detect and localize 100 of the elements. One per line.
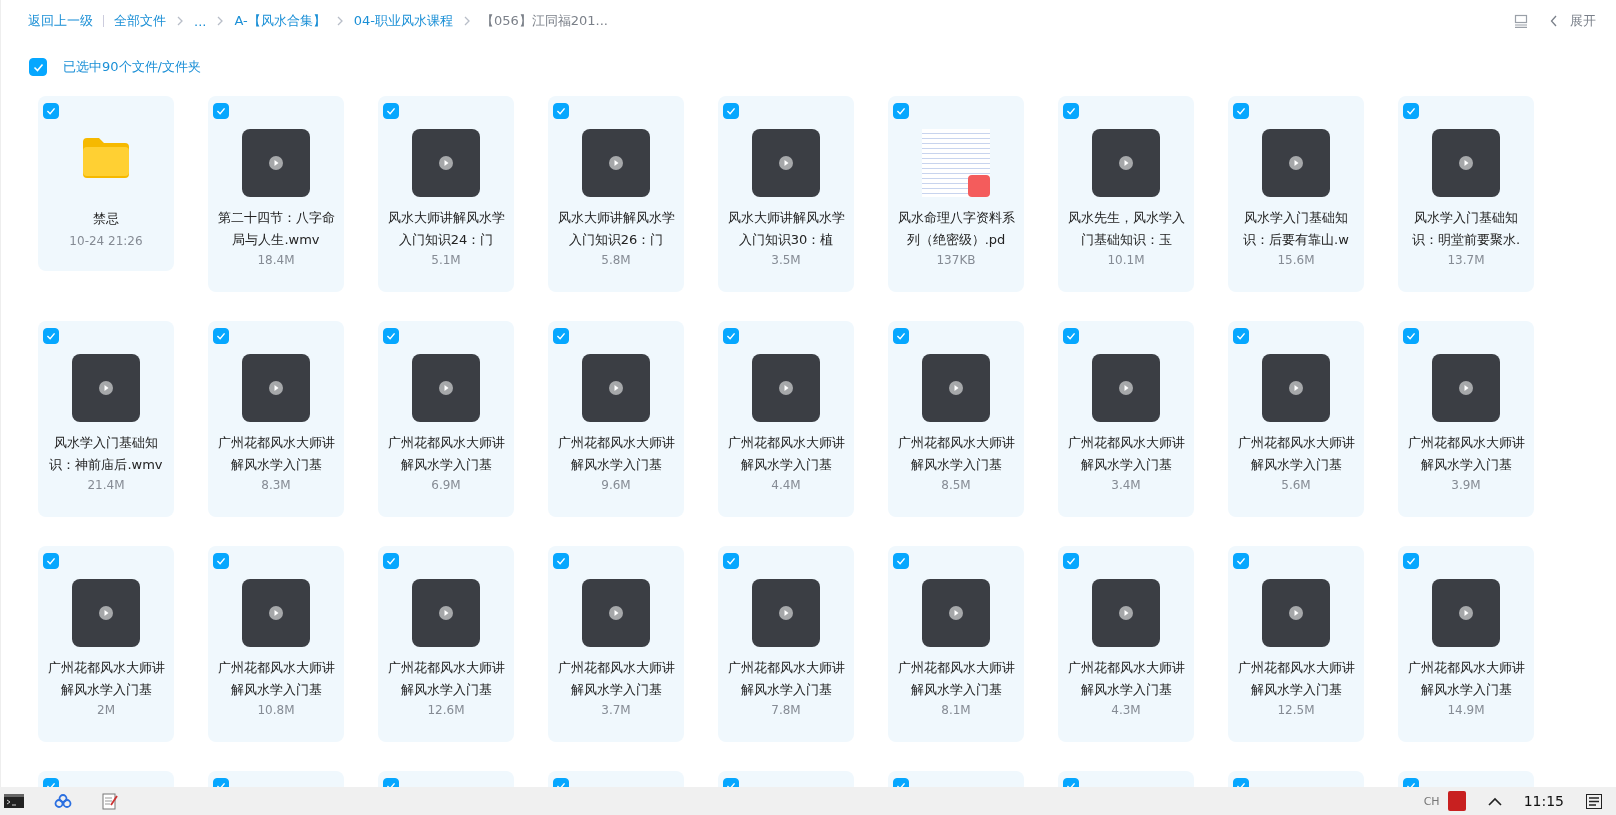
notification-icon[interactable] <box>1586 793 1602 809</box>
file-info: 3.7M <box>601 703 631 717</box>
file-checkbox[interactable] <box>1403 103 1419 119</box>
file-name: 风水学入门基础知识：后要有靠山.w <box>1242 209 1350 249</box>
file-card[interactable]: 广州花都风水大师讲解风水学入门基 12.5M <box>1228 546 1364 742</box>
video-thumbnail <box>1092 579 1160 647</box>
file-card[interactable]: 广州花都风水大师讲解风水学入门基 12.6M <box>378 546 514 742</box>
file-card[interactable]: 广州花都风水大师讲解风水学入门基 3.9M <box>1398 321 1534 517</box>
file-card[interactable]: 广州花都风水大师讲解风水学入门基 9.6M <box>548 321 684 517</box>
cloud-app-icon[interactable] <box>54 794 72 808</box>
check-icon <box>32 62 44 72</box>
input-method-indicator[interactable]: CH <box>1423 794 1440 808</box>
file-checkbox[interactable] <box>893 553 909 569</box>
breadcrumb-link[interactable]: 全部文件 <box>114 12 166 30</box>
file-name: 风水大师讲解风水学入门知识30：植 <box>727 209 845 249</box>
file-checkbox[interactable] <box>213 328 229 344</box>
back-link[interactable]: 返回上一级 <box>28 12 93 30</box>
file-checkbox[interactable] <box>213 103 229 119</box>
file-card[interactable]: 广州花都风水大师讲解风水学入门基 10.8M <box>208 546 344 742</box>
file-checkbox[interactable] <box>1403 328 1419 344</box>
check-icon <box>1066 557 1076 565</box>
file-name: 风水大师讲解风水学入门知识26：门 <box>557 209 675 249</box>
file-checkbox[interactable] <box>893 103 909 119</box>
file-info: 5.1M <box>431 253 461 267</box>
file-checkbox[interactable] <box>723 328 739 344</box>
file-checkbox[interactable] <box>383 328 399 344</box>
video-thumbnail <box>1432 354 1500 422</box>
file-card[interactable]: 风水学入门基础知识：后要有靠山.w 15.6M <box>1228 96 1364 292</box>
file-name: 广州花都风水大师讲解风水学入门基 <box>1407 659 1525 699</box>
list-view-icon[interactable] <box>1514 14 1528 28</box>
file-info: 18.4M <box>257 253 295 267</box>
select-all-checkbox[interactable] <box>29 58 47 76</box>
file-card[interactable]: 风水先生，风水学入门基础知识：玉 10.1M <box>1058 96 1194 292</box>
file-card[interactable]: 第二十四节：八字命局与人生.wmv 18.4M <box>208 96 344 292</box>
caret-up-icon[interactable] <box>1487 796 1502 806</box>
file-checkbox[interactable] <box>1063 328 1079 344</box>
file-checkbox[interactable] <box>1233 553 1249 569</box>
file-name: 禁忌 <box>92 210 120 228</box>
file-info: 3.5M <box>771 253 801 267</box>
file-checkbox[interactable] <box>553 328 569 344</box>
file-card[interactable]: 广州花都风水大师讲解风水学入门基 4.4M <box>718 321 854 517</box>
file-checkbox[interactable] <box>723 553 739 569</box>
breadcrumb-link[interactable]: A-【风水合集】 <box>234 12 326 30</box>
file-name: 广州花都风水大师讲解风水学入门基 <box>897 659 1015 699</box>
expand-button[interactable]: 展开 <box>1550 12 1596 30</box>
file-checkbox[interactable] <box>383 553 399 569</box>
file-name: 广州花都风水大师讲解风水学入门基 <box>47 659 165 699</box>
file-checkbox[interactable] <box>43 328 59 344</box>
file-card[interactable]: 广州花都风水大师讲解风水学入门基 6.9M <box>378 321 514 517</box>
file-name: 风水学入门基础知识：神前庙后.wmv <box>48 434 164 474</box>
breadcrumb-link[interactable]: ... <box>194 13 207 29</box>
file-checkbox[interactable] <box>723 103 739 119</box>
file-checkbox[interactable] <box>43 103 59 119</box>
file-name: 广州花都风水大师讲解风水学入门基 <box>727 434 845 474</box>
file-checkbox[interactable] <box>43 553 59 569</box>
file-checkbox[interactable] <box>553 553 569 569</box>
breadcrumb-link[interactable]: 04-职业风水课程 <box>353 12 453 30</box>
file-card[interactable]: 广州花都风水大师讲解风水学入门基 4.3M <box>1058 546 1194 742</box>
file-card[interactable]: 广州花都风水大师讲解风水学入门基 2M <box>38 546 174 742</box>
file-info: 4.3M <box>1111 703 1141 717</box>
file-card[interactable]: 广州花都风水大师讲解风水学入门基 8.5M <box>888 321 1024 517</box>
file-card[interactable]: 广州花都风水大师讲解风水学入门基 7.8M <box>718 546 854 742</box>
file-card[interactable]: 风水大师讲解风水学入门知识30：植 3.5M <box>718 96 854 292</box>
breadcrumb-link[interactable]: 【056】江同福201... <box>480 12 608 30</box>
file-info: 10.8M <box>257 703 295 717</box>
file-name: 广州花都风水大师讲解风水学入门基 <box>897 434 1015 474</box>
file-card[interactable]: 风水命理八字资料系列（绝密级）.pd 137KB <box>888 96 1024 292</box>
file-card[interactable]: 风水学入门基础知识：明堂前要聚水. 13.7M <box>1398 96 1534 292</box>
check-icon <box>216 332 226 340</box>
file-checkbox[interactable] <box>893 328 909 344</box>
file-checkbox[interactable] <box>383 103 399 119</box>
file-card[interactable]: 风水学入门基础知识：神前庙后.wmv 21.4M <box>38 321 174 517</box>
file-card[interactable]: 广州花都风水大师讲解风水学入门基 3.4M <box>1058 321 1194 517</box>
file-checkbox[interactable] <box>1233 328 1249 344</box>
file-card[interactable]: 禁忌 10-24 21:26 <box>38 96 174 271</box>
file-info: 3.9M <box>1451 478 1481 492</box>
file-card[interactable]: 广州花都风水大师讲解风水学入门基 8.1M <box>888 546 1024 742</box>
chevron-right-icon <box>176 16 184 26</box>
terminal-icon[interactable] <box>4 794 24 808</box>
chevron-right-icon <box>335 16 344 26</box>
app-tray-icon[interactable] <box>1447 791 1466 811</box>
file-checkbox[interactable] <box>1403 553 1419 569</box>
chevron-right-icon <box>216 16 225 26</box>
file-checkbox[interactable] <box>1233 103 1249 119</box>
video-thumbnail <box>922 354 990 422</box>
file-card[interactable]: 广州花都风水大师讲解风水学入门基 8.3M <box>208 321 344 517</box>
file-card[interactable]: 风水大师讲解风水学入门知识24：门 5.1M <box>378 96 514 292</box>
file-name: 广州花都风水大师讲解风水学入门基 <box>1407 434 1525 474</box>
file-checkbox[interactable] <box>1063 553 1079 569</box>
video-thumbnail <box>582 354 650 422</box>
file-info: 9.6M <box>601 478 631 492</box>
file-card[interactable]: 广州花都风水大师讲解风水学入门基 5.6M <box>1228 321 1364 517</box>
file-checkbox[interactable] <box>213 553 229 569</box>
file-card[interactable]: 广州花都风水大师讲解风水学入门基 3.7M <box>548 546 684 742</box>
file-checkbox[interactable] <box>1063 103 1079 119</box>
file-card[interactable]: 风水大师讲解风水学入门知识26：门 5.8M <box>548 96 684 292</box>
file-checkbox[interactable] <box>553 103 569 119</box>
file-card[interactable]: 广州花都风水大师讲解风水学入门基 14.9M <box>1398 546 1534 742</box>
check-icon <box>1236 332 1246 340</box>
notepad-icon[interactable] <box>102 792 118 810</box>
